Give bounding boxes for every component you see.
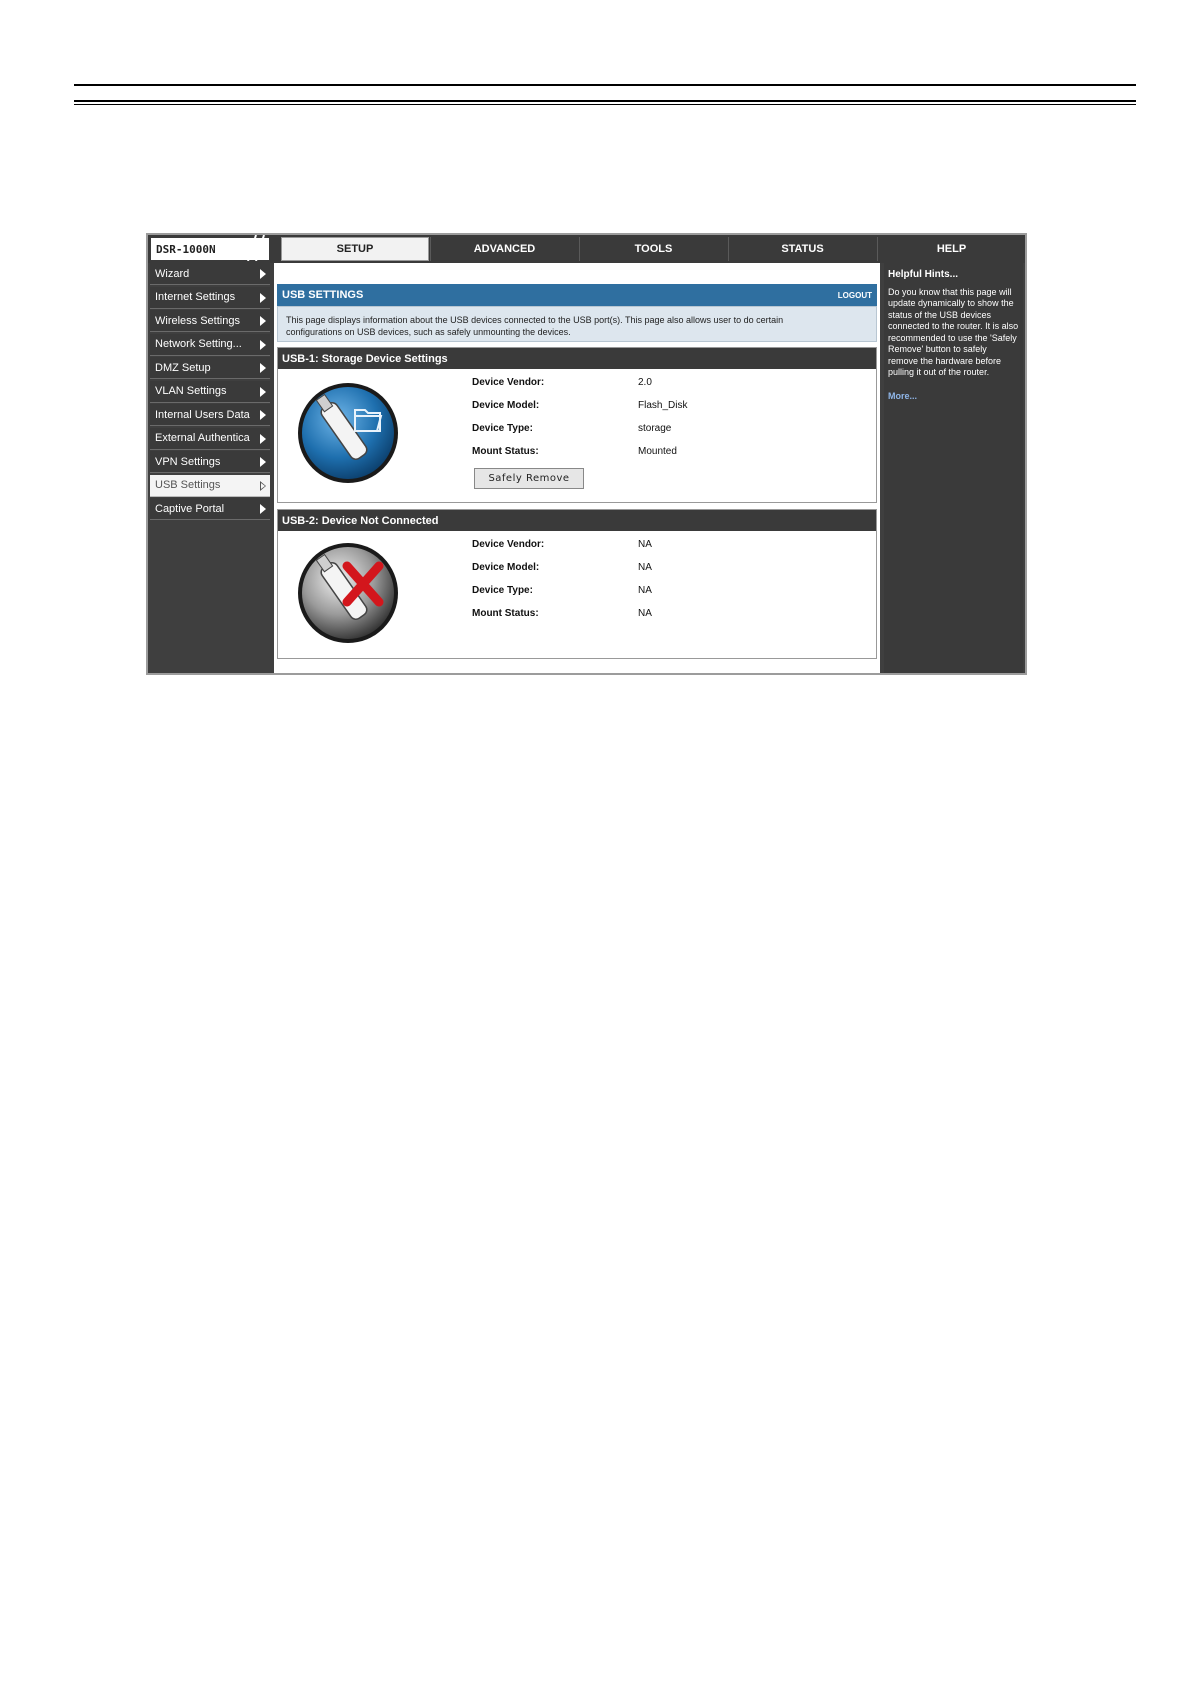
chevron-right-icon — [260, 339, 266, 350]
field-label: Mount Status: — [472, 446, 539, 457]
field-label: Device Type: — [472, 585, 533, 596]
page-description: This page displays information about the… — [277, 306, 877, 342]
field-label: Mount Status: — [472, 608, 539, 619]
sidebar-item-label: Captive Portal — [155, 502, 225, 515]
tab-tools[interactable]: TOOLS — [579, 237, 727, 261]
tab-advanced[interactable]: ADVANCED — [430, 237, 578, 261]
field-value: NA — [638, 539, 652, 550]
sidebar-item-external-authentication[interactable]: External Authentica — [150, 427, 270, 450]
sidebar-item-wireless-settings[interactable]: Wireless Settings — [150, 310, 270, 332]
description-line-1: This page displays information about the… — [286, 315, 784, 325]
sidebar-item-usb-settings[interactable]: USB Settings — [150, 474, 270, 497]
sidebar-item-internet-settings[interactable]: Internet Settings — [150, 286, 270, 309]
help-more-link[interactable]: More... — [888, 391, 1019, 403]
sidebar-item-label: VPN Settings — [155, 455, 221, 468]
tab-help[interactable]: HELP — [877, 237, 1025, 261]
usb2-vendor-row: Device Vendor: NA — [472, 533, 652, 556]
field-value: storage — [638, 423, 672, 434]
field-label: Device Model: — [472, 400, 540, 411]
usb1-details: Device Vendor: 2.0 Device Model: Flash_Dis… — [472, 371, 687, 463]
safely-remove-button[interactable]: Safely Remove — [474, 468, 584, 489]
sidebar-item-label: VLAN Settings — [155, 385, 227, 397]
field-label: Device Vendor: — [472, 377, 545, 388]
page-title: USB SETTINGS — [282, 289, 364, 301]
sidebar-item-label: DMZ Setup — [155, 361, 211, 374]
description-line-2: configurations on USB devices, such as s… — [286, 327, 571, 337]
usb2-mount-row: Mount Status: NA — [472, 602, 652, 625]
usb1-model-row: Device Model: Flash_Disk — [472, 394, 687, 417]
usb1-section: USB-1: Storage Device Settings Device Ve… — [277, 347, 877, 503]
usb1-vendor-row: Device Vendor: 2.0 — [472, 371, 687, 394]
field-value: Flash_Disk — [638, 400, 688, 411]
field-label: Device Model: — [472, 562, 540, 573]
field-label: Device Vendor: — [472, 539, 545, 550]
chevron-right-outline-icon — [260, 480, 266, 491]
chevron-right-icon — [260, 292, 266, 303]
page-top-rule — [74, 84, 1136, 86]
sidebar-item-label: Internal Users Data — [155, 408, 250, 421]
sidebar-item-label: USB Settings — [155, 479, 221, 491]
field-value: 2.0 — [638, 377, 652, 388]
sidebar-menu: Wizard Internet Settings Wireless Settin… — [150, 263, 270, 522]
usb1-mount-row: Mount Status: Mounted — [472, 440, 687, 463]
sidebar-item-dmz-setup[interactable]: DMZ Setup — [150, 357, 270, 379]
sidebar-item-label: Wizard — [155, 267, 190, 280]
tab-setup[interactable]: SETUP — [281, 237, 429, 261]
field-value: NA — [638, 562, 652, 573]
chevron-right-icon — [260, 433, 266, 444]
main-content: USB SETTINGS LOGOUT This page displays i… — [274, 263, 880, 673]
sidebar-item-label: Internet Settings — [155, 291, 236, 303]
chevron-right-icon — [260, 410, 266, 420]
chevron-right-icon — [260, 457, 266, 467]
sidebar-item-network-setting[interactable]: Network Setting... — [150, 333, 270, 356]
usb2-section-title: USB-2: Device Not Connected — [278, 510, 876, 531]
sidebar-item-label: Network Setting... — [155, 338, 242, 350]
help-panel: Helpful Hints... Do you know that this p… — [884, 263, 1023, 673]
field-value: NA — [638, 608, 652, 619]
top-navigation: DSR-1000N SETUP ADVANCED TOOLS STATUS HE… — [148, 235, 1025, 263]
page-double-rule — [74, 100, 1136, 105]
chevron-right-icon — [260, 363, 266, 373]
field-label: Device Type: — [472, 423, 533, 434]
slashes-decoration-icon — [247, 235, 265, 261]
sidebar-item-wizard[interactable]: Wizard — [150, 263, 270, 285]
sidebar-item-vlan-settings[interactable]: VLAN Settings — [150, 380, 270, 403]
router-admin-window: DSR-1000N SETUP ADVANCED TOOLS STATUS HE… — [146, 233, 1027, 675]
usb1-section-title: USB-1: Storage Device Settings — [278, 348, 876, 369]
usb1-type-row: Device Type: storage — [472, 417, 687, 440]
usb2-model-row: Device Model: NA — [472, 556, 652, 579]
help-title: Helpful Hints... — [888, 269, 958, 280]
field-value: NA — [638, 585, 652, 596]
chevron-right-icon — [260, 269, 266, 279]
usb-storage-icon — [298, 383, 398, 483]
chevron-right-icon — [260, 316, 266, 326]
tab-status[interactable]: STATUS — [728, 237, 876, 261]
sidebar-item-captive-portal[interactable]: Captive Portal — [150, 498, 270, 520]
field-value: Mounted — [638, 446, 677, 457]
sidebar-item-label: Wireless Settings — [155, 314, 240, 327]
help-text: Do you know that this page will update d… — [888, 286, 1019, 378]
logout-link[interactable]: LOGOUT — [838, 291, 872, 300]
main-tabs: SETUP ADVANCED TOOLS STATUS HELP — [281, 237, 1026, 261]
chevron-right-icon — [260, 504, 266, 514]
sidebar-item-vpn-settings[interactable]: VPN Settings — [150, 451, 270, 473]
usb2-section: USB-2: Device Not Connected Device Vendo… — [277, 509, 877, 659]
sidebar-item-internal-users-data[interactable]: Internal Users Data — [150, 404, 270, 426]
usb2-details: Device Vendor: NA Device Model: NA Device … — [472, 533, 652, 625]
usb-disconnected-icon — [298, 543, 398, 643]
sidebar-item-label: External Authentica — [155, 432, 250, 444]
panel-header: USB SETTINGS LOGOUT — [277, 284, 877, 306]
chevron-right-icon — [260, 386, 266, 397]
usb2-type-row: Device Type: NA — [472, 579, 652, 602]
